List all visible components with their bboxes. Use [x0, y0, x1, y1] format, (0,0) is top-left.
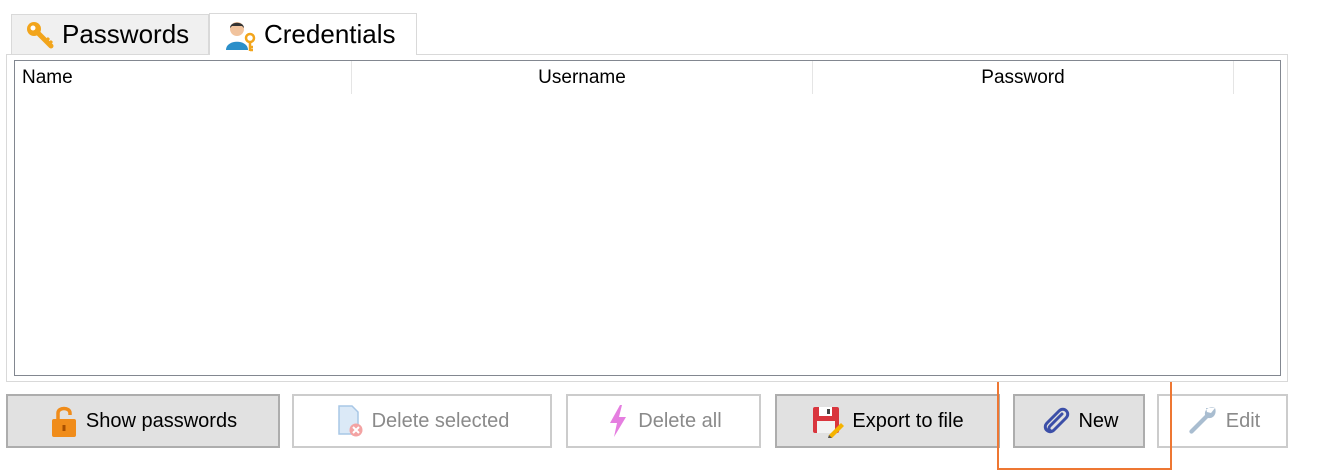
- button-label: Show passwords: [85, 409, 238, 432]
- button-label: Delete selected: [371, 409, 510, 432]
- button-label: Export to file: [852, 409, 964, 432]
- padlock-open-icon: [49, 404, 79, 438]
- column-header-label: Password: [981, 66, 1065, 88]
- delete-all-button[interactable]: Delete all: [566, 394, 761, 448]
- key-icon: [24, 19, 56, 51]
- wrench-icon: [1185, 404, 1219, 438]
- column-header-label: Username: [538, 66, 626, 88]
- lightning-icon: [605, 404, 631, 438]
- column-header-name[interactable]: Name: [15, 61, 352, 94]
- edit-button[interactable]: Edit: [1157, 394, 1288, 448]
- show-passwords-button[interactable]: Show passwords: [6, 394, 280, 448]
- column-header-password[interactable]: Password: [813, 61, 1234, 94]
- button-label: Edit: [1225, 409, 1261, 432]
- user-key-icon: [224, 18, 258, 52]
- button-label: Delete all: [638, 409, 722, 432]
- credentials-panel: Name Username Password: [6, 54, 1288, 382]
- floppy-disk-pencil-icon: [811, 404, 845, 438]
- delete-selected-button[interactable]: Delete selected: [292, 394, 552, 448]
- new-button[interactable]: New: [1013, 394, 1145, 448]
- tab-credentials[interactable]: Credentials: [209, 13, 417, 55]
- column-header-username[interactable]: Username: [352, 61, 813, 94]
- paperclip-icon: [1039, 404, 1071, 438]
- export-to-file-button[interactable]: Export to file: [775, 394, 1000, 448]
- column-header-label: Name: [22, 66, 73, 88]
- tab-passwords[interactable]: Passwords: [11, 14, 209, 54]
- button-label: New: [1078, 409, 1119, 432]
- tab-label: Passwords: [62, 19, 190, 49]
- tab-label: Credentials: [264, 19, 396, 49]
- credentials-list[interactable]: Name Username Password: [14, 60, 1281, 376]
- document-delete-icon: [335, 404, 365, 438]
